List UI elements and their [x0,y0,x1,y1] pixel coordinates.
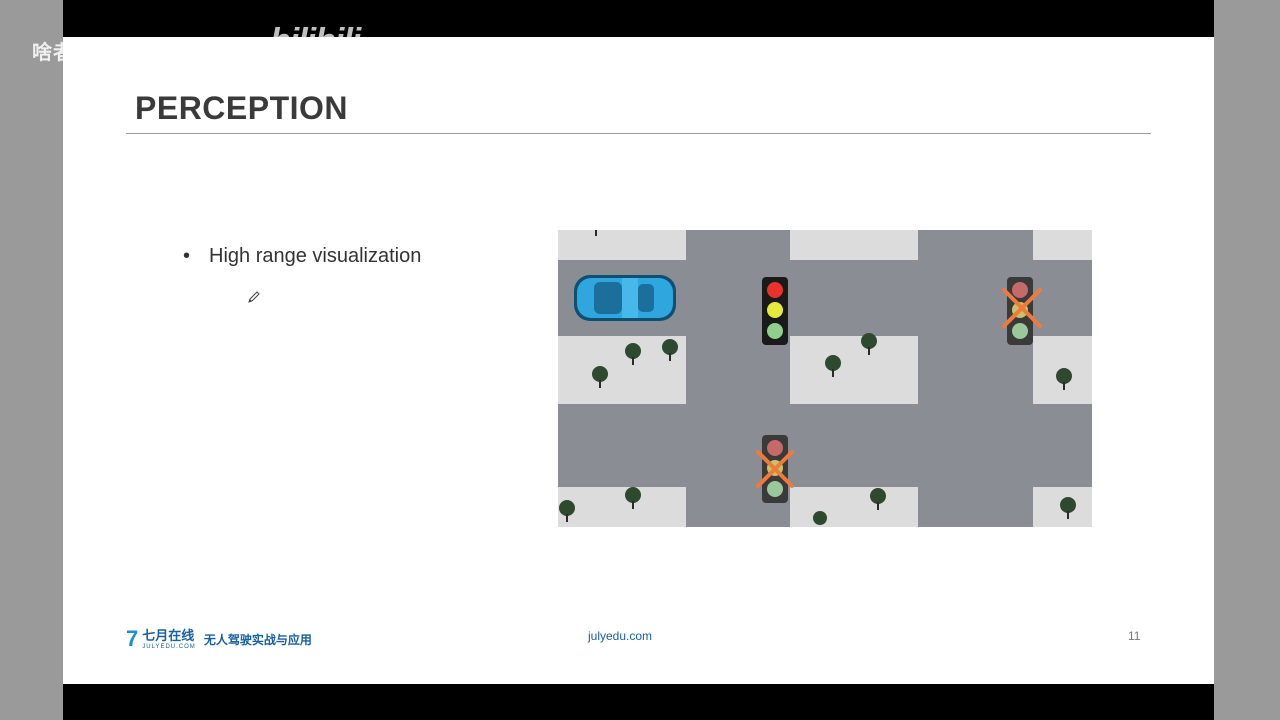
block [558,230,686,260]
slide: PERCEPTION • High range visualization 7 … [63,37,1214,684]
page-number: 11 [1128,629,1141,643]
brand-name-en: JULYEDU.COM [142,643,196,650]
intersection-scene [558,230,1092,527]
traffic-light-icon [762,277,788,345]
overlay-username: 啥者 [32,42,74,64]
bullet-dot: • [183,245,191,267]
block [790,336,918,404]
bullet-text: High range visualization [209,245,422,267]
footer-url: julyedu.com [588,629,653,643]
course-title: 无人驾驶实战与应用 [203,632,312,647]
brand-mark-icon: 7 [126,626,139,651]
block [1033,230,1092,260]
pencil-icon [248,291,260,303]
overlay-playback-time: 00:24:51(17%) [87,46,173,61]
block [790,230,918,260]
tree-icon [595,230,597,236]
tree-icon [813,511,827,525]
bilibili-logo: bilibili [270,22,361,60]
block [790,487,918,527]
slide-title: PERCEPTION [135,90,349,126]
brand-name: 七月在线 JULYEDU.COM [142,629,196,650]
car-icon [574,275,676,321]
brand-name-cn: 七月在线 [142,627,195,643]
footer-logo: 7 七月在线 JULYEDU.COM 无人驾驶实战与应用 [126,626,312,652]
block [558,487,686,527]
title-divider [126,133,1151,134]
bullet-item: • High range visualization [183,245,421,268]
